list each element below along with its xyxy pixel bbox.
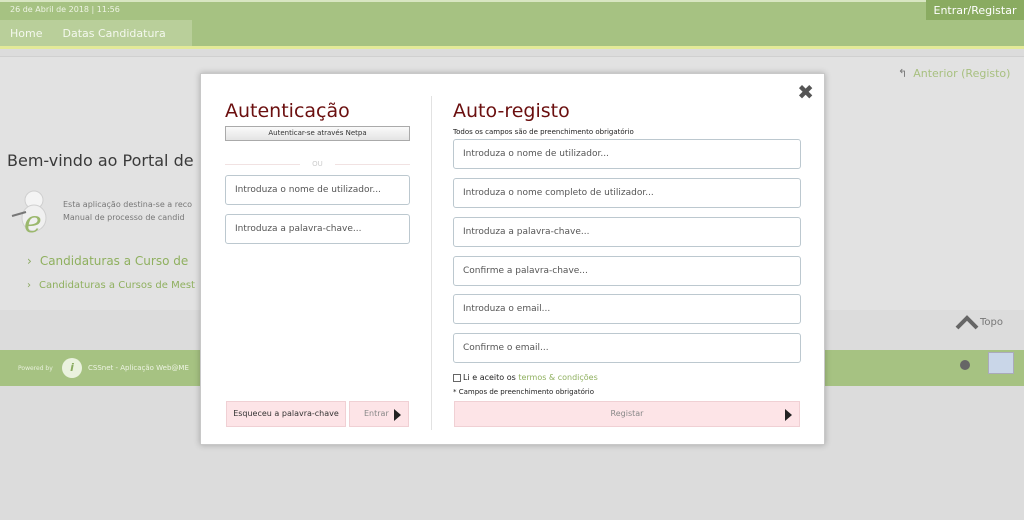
column-divider [431, 96, 432, 430]
login-password-input[interactable]: Introduza a palavra-chave... [225, 214, 410, 244]
back-link[interactable]: ↰ Anterior (Registo) [898, 67, 1010, 80]
back-to-top-label: Topo [980, 317, 1003, 328]
chevron-up-icon [955, 315, 979, 330]
required-note: Todos os campos são de preenchimento obr… [453, 128, 634, 136]
register-button[interactable]: Registar [454, 401, 800, 427]
enter-button-label: Entrar [364, 409, 389, 418]
required-footer-note: * Campos de preenchimento obrigatório [453, 388, 594, 396]
back-link-label: Anterior (Registo) [913, 67, 1011, 80]
terms-row: Li e aceito os termos & condições [453, 373, 598, 382]
terms-prefix: Li e aceito os [463, 373, 519, 382]
register-email-input[interactable]: Introduza o email... [453, 294, 801, 324]
date-time: 26 de Abril de 2018 | 11:56 [10, 5, 120, 14]
or-divider: OU [225, 160, 410, 168]
svg-text:e: e [24, 205, 42, 238]
nav-item-datas-candidatura[interactable]: Datas Candidatura [52, 20, 175, 47]
play-arrow-icon [394, 409, 401, 421]
candidaturas-link-1[interactable]: › Candidaturas a Curso de [27, 254, 188, 268]
back-to-top-button[interactable]: Topo [954, 313, 1003, 331]
description-line-1: Esta aplicação destina-se a reco [63, 200, 193, 209]
login-register-modal: ✖ Autenticação Autenticar-se através Net… [200, 73, 825, 445]
enter-button[interactable]: Entrar [349, 401, 409, 427]
candidaturas-link-2-label: Candidaturas a Cursos de Mest [39, 280, 195, 291]
footer-app-link[interactable]: CSSnet - Aplicação Web@ME [88, 364, 189, 372]
forgot-password-button[interactable]: Esqueceu a palavra-chave [226, 401, 346, 427]
play-arrow-icon [785, 409, 792, 421]
chevron-right-icon: › [27, 280, 31, 291]
close-icon[interactable]: ✖ [797, 80, 814, 104]
candidaturas-link-1-label: Candidaturas a Curso de [39, 254, 189, 268]
resize-icon[interactable] [988, 352, 1014, 374]
top-bar: 26 de Abril de 2018 | 11:56 Entrar/Regis… [0, 0, 1024, 22]
main-nav: Home Datas Candidatura [0, 20, 1024, 49]
powered-by-label: Powered by [18, 365, 53, 372]
nav-item-home[interactable]: Home [0, 20, 52, 47]
login-register-button[interactable]: Entrar/Registar [926, 0, 1024, 22]
footer-logo-icon: i [62, 358, 82, 378]
mascot-logo-icon: e [11, 190, 47, 238]
terms-link[interactable]: termos & condições [518, 373, 597, 382]
login-username-input[interactable]: Introduza o nome de utilizador... [225, 175, 410, 205]
nav-stripe [0, 46, 1024, 49]
register-username-input[interactable]: Introduza o nome de utilizador... [453, 139, 801, 169]
register-button-label: Registar [610, 409, 644, 418]
candidaturas-link-2[interactable]: › Candidaturas a Cursos de Mest [27, 280, 195, 291]
netpa-login-button[interactable]: Autenticar-se através Netpa [225, 126, 410, 141]
register-fullname-input[interactable]: Introduza o nome completo de utilizador.… [453, 178, 801, 208]
register-title: Auto-registo [453, 100, 570, 122]
register-confirm-email-input[interactable]: Confirme o email... [453, 333, 801, 363]
terms-checkbox[interactable] [453, 373, 461, 382]
authentication-title: Autenticação [225, 100, 350, 122]
register-password-input[interactable]: Introduza a palavra-chave... [453, 217, 801, 247]
register-confirm-password-input[interactable]: Confirme a palavra-chave... [453, 256, 801, 286]
back-arrow-icon: ↰ [898, 67, 908, 80]
chevron-right-icon: › [27, 254, 32, 268]
welcome-heading: Bem-vindo ao Portal de [7, 151, 194, 170]
description-line-2: Manual de processo de candid [63, 213, 185, 222]
info-icon[interactable] [960, 360, 970, 370]
